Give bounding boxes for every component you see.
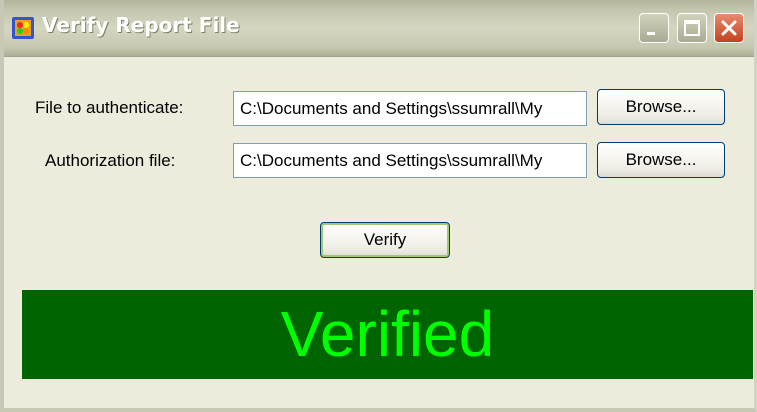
verification-status-banner: Verified bbox=[22, 290, 753, 379]
file-to-authenticate-field[interactable]: C:\Documents and Settings\ssumrall\My bbox=[233, 91, 587, 126]
browse-authorization-button[interactable]: Browse... bbox=[597, 142, 725, 178]
minimize-button[interactable] bbox=[639, 13, 669, 43]
browse-file-button[interactable]: Browse... bbox=[597, 89, 725, 125]
app-icon bbox=[12, 17, 34, 39]
verify-report-file-window: Verify Report File File to authenticate:… bbox=[0, 0, 757, 412]
close-icon bbox=[721, 20, 737, 36]
authorization-file-field[interactable]: C:\Documents and Settings\ssumrall\My bbox=[233, 143, 587, 178]
window-title: Verify Report File bbox=[42, 13, 240, 37]
file-to-authenticate-label: File to authenticate: bbox=[35, 98, 184, 117]
minimize-icon bbox=[647, 32, 655, 35]
verify-button[interactable]: Verify bbox=[320, 222, 450, 258]
close-button[interactable] bbox=[714, 13, 744, 43]
maximize-button[interactable] bbox=[677, 13, 707, 43]
authorization-file-label: Authorization file: bbox=[45, 151, 176, 170]
maximize-icon bbox=[684, 20, 700, 36]
title-bar[interactable]: Verify Report File bbox=[4, 0, 754, 57]
